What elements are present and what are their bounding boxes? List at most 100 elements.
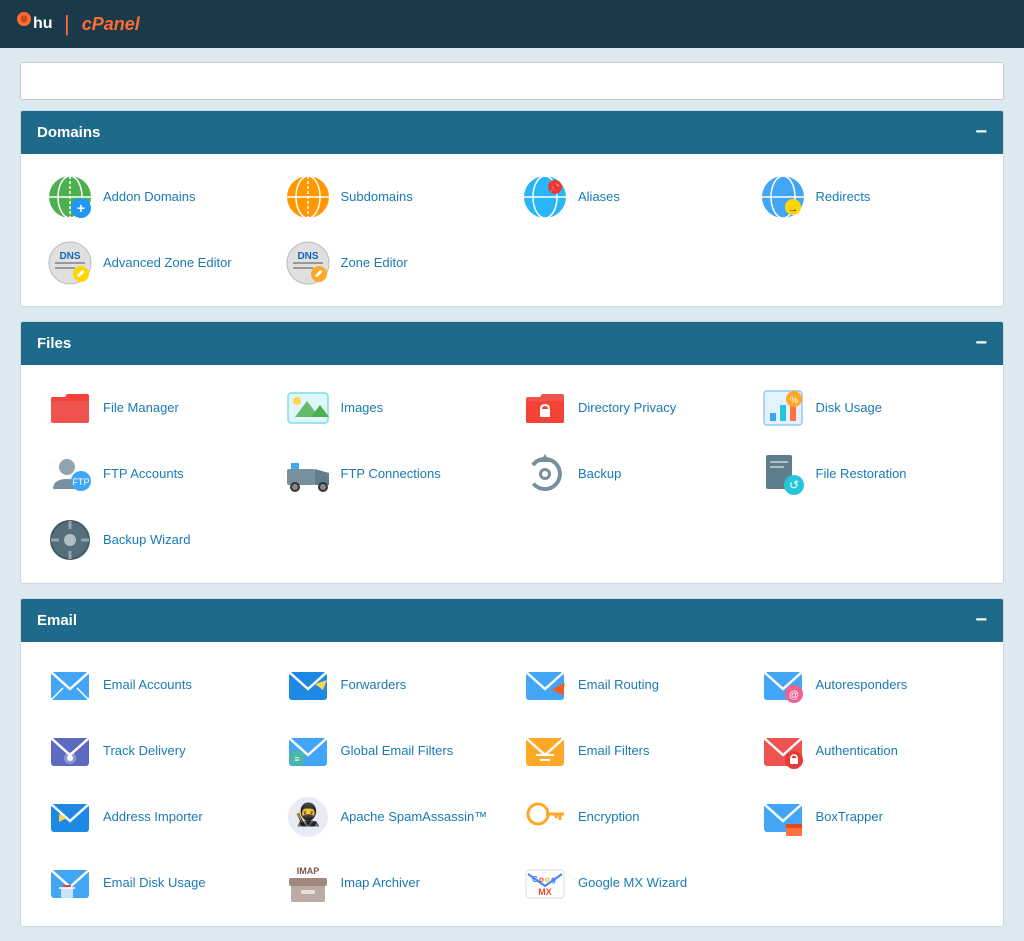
label-backup: Backup xyxy=(578,466,621,483)
label-track-delivery: Track Delivery xyxy=(103,743,186,760)
icon-file-restoration: ↺ xyxy=(760,451,806,497)
item-backup[interactable]: Backup xyxy=(516,447,746,501)
item-email-routing[interactable]: Email Routing xyxy=(516,658,746,712)
svg-text:MX: MX xyxy=(538,887,552,897)
label-disk-usage: Disk Usage xyxy=(816,400,882,417)
item-aliases[interactable]: 📌 Aliases xyxy=(516,170,746,224)
header: hub | cPanel xyxy=(0,0,1024,48)
label-backup-wizard: Backup Wizard xyxy=(103,532,190,549)
icon-subdomains xyxy=(285,174,331,220)
item-file-manager[interactable]: File Manager xyxy=(41,381,271,435)
section-toggle-files[interactable]: − xyxy=(975,332,987,355)
item-redirects[interactable]: → Redirects xyxy=(754,170,984,224)
item-imap-archiver[interactable]: IMAP Imap Archiver xyxy=(279,856,509,910)
item-ftp-accounts[interactable]: FTP FTP Accounts xyxy=(41,447,271,501)
label-autoresponders: Autoresponders xyxy=(816,677,908,694)
item-images[interactable]: Images xyxy=(279,381,509,435)
item-apache-spamassassin[interactable]: 🥷Apache SpamAssassin™ xyxy=(279,790,509,844)
item-email-accounts[interactable]: Email Accounts xyxy=(41,658,271,712)
label-images: Images xyxy=(341,400,384,417)
icon-ftp-accounts: FTP xyxy=(47,451,93,497)
icon-email-routing xyxy=(522,662,568,708)
label-email-filters: Email Filters xyxy=(578,743,650,760)
label-redirects: Redirects xyxy=(816,189,871,206)
svg-text:%: % xyxy=(789,395,797,405)
item-addon-domains[interactable]: + Addon Domains xyxy=(41,170,271,224)
svg-text:FTP: FTP xyxy=(73,477,90,487)
label-address-importer: Address Importer xyxy=(103,809,203,826)
search-bar xyxy=(0,48,1024,110)
section-header-email[interactable]: Email − xyxy=(21,599,1003,642)
item-directory-privacy[interactable]: Directory Privacy xyxy=(516,381,746,435)
section-toggle-domains[interactable]: − xyxy=(975,121,987,144)
cpanel-logo-text: cPanel xyxy=(82,14,140,35)
section-title-domains: Domains xyxy=(37,124,100,141)
svg-text:→: → xyxy=(787,203,798,215)
item-backup-wizard[interactable]: Backup Wizard xyxy=(41,513,271,567)
item-email-filters[interactable]: Email Filters xyxy=(516,724,746,778)
icon-email-disk-usage xyxy=(47,860,93,906)
item-zone-editor[interactable]: DNS Zone Editor xyxy=(279,236,509,290)
item-global-email-filters[interactable]: ≡Global Email Filters xyxy=(279,724,509,778)
label-apache-spamassassin: Apache SpamAssassin™ xyxy=(341,809,488,826)
label-ftp-accounts: FTP Accounts xyxy=(103,466,184,483)
item-boxtrapper[interactable]: BoxTrapper xyxy=(754,790,984,844)
hub-logo-icon: hub xyxy=(16,9,52,39)
item-google-mx-wizard[interactable]: GoogMXGoogle MX Wizard xyxy=(516,856,746,910)
icon-file-manager xyxy=(47,385,93,431)
item-encryption[interactable]: Encryption xyxy=(516,790,746,844)
label-aliases: Aliases xyxy=(578,189,620,206)
item-email-disk-usage[interactable]: Email Disk Usage xyxy=(41,856,271,910)
icon-address-importer xyxy=(47,794,93,840)
icon-global-email-filters: ≡ xyxy=(285,728,331,774)
item-subdomains[interactable]: Subdomains xyxy=(279,170,509,224)
item-disk-usage[interactable]: % Disk Usage xyxy=(754,381,984,435)
label-forwarders: Forwarders xyxy=(341,677,407,694)
section-title-email: Email xyxy=(37,612,77,629)
label-google-mx-wizard: Google MX Wizard xyxy=(578,875,687,892)
svg-text:+: + xyxy=(77,200,85,216)
section-header-domains[interactable]: Domains − xyxy=(21,111,1003,154)
item-track-delivery[interactable]: Track Delivery xyxy=(41,724,271,778)
section-header-files[interactable]: Files − xyxy=(21,322,1003,365)
label-boxtrapper: BoxTrapper xyxy=(816,809,883,826)
svg-text:IMAP: IMAP xyxy=(296,866,319,876)
label-email-accounts: Email Accounts xyxy=(103,677,192,694)
label-advanced-zone-editor: Advanced Zone Editor xyxy=(103,255,232,272)
section-files: Files − File Manager Images Directory Privac… xyxy=(20,321,1004,584)
icon-backup xyxy=(522,451,568,497)
svg-text:DNS: DNS xyxy=(59,251,80,262)
icon-ftp-connections xyxy=(285,451,331,497)
svg-text:≡: ≡ xyxy=(294,754,299,764)
label-file-manager: File Manager xyxy=(103,400,179,417)
item-advanced-zone-editor[interactable]: DNS Advanced Zone Editor xyxy=(41,236,271,290)
label-file-restoration: File Restoration xyxy=(816,466,907,483)
icon-boxtrapper xyxy=(760,794,806,840)
svg-text:📌: 📌 xyxy=(549,182,560,193)
icon-advanced-zone-editor: DNS xyxy=(47,240,93,286)
section-title-files: Files xyxy=(37,335,71,352)
section-body-files: File Manager Images Directory Privacy% Disk… xyxy=(21,365,1003,583)
label-email-disk-usage: Email Disk Usage xyxy=(103,875,206,892)
label-subdomains: Subdomains xyxy=(341,189,413,206)
hub-logo: hub | cPanel xyxy=(16,9,140,39)
label-imap-archiver: Imap Archiver xyxy=(341,875,420,892)
label-addon-domains: Addon Domains xyxy=(103,189,196,206)
item-file-restoration[interactable]: ↺ File Restoration xyxy=(754,447,984,501)
icon-images xyxy=(285,385,331,431)
icon-backup-wizard xyxy=(47,517,93,563)
label-zone-editor: Zone Editor xyxy=(341,255,408,272)
section-email: Email − Email Accounts Forwarders Email Rout… xyxy=(20,598,1004,927)
section-toggle-email[interactable]: − xyxy=(975,609,987,632)
icon-autoresponders: @ xyxy=(760,662,806,708)
label-directory-privacy: Directory Privacy xyxy=(578,400,676,417)
item-ftp-connections[interactable]: FTP Connections xyxy=(279,447,509,501)
search-input[interactable] xyxy=(20,62,1004,100)
item-address-importer[interactable]: Address Importer xyxy=(41,790,271,844)
section-domains: Domains − + Addon Domains Subdomains 📌 Aliases… xyxy=(20,110,1004,307)
item-forwarders[interactable]: Forwarders xyxy=(279,658,509,712)
item-autoresponders[interactable]: @ Autoresponders xyxy=(754,658,984,712)
icon-disk-usage: % xyxy=(760,385,806,431)
item-authentication[interactable]: Authentication xyxy=(754,724,984,778)
svg-text:DNS: DNS xyxy=(297,251,318,262)
